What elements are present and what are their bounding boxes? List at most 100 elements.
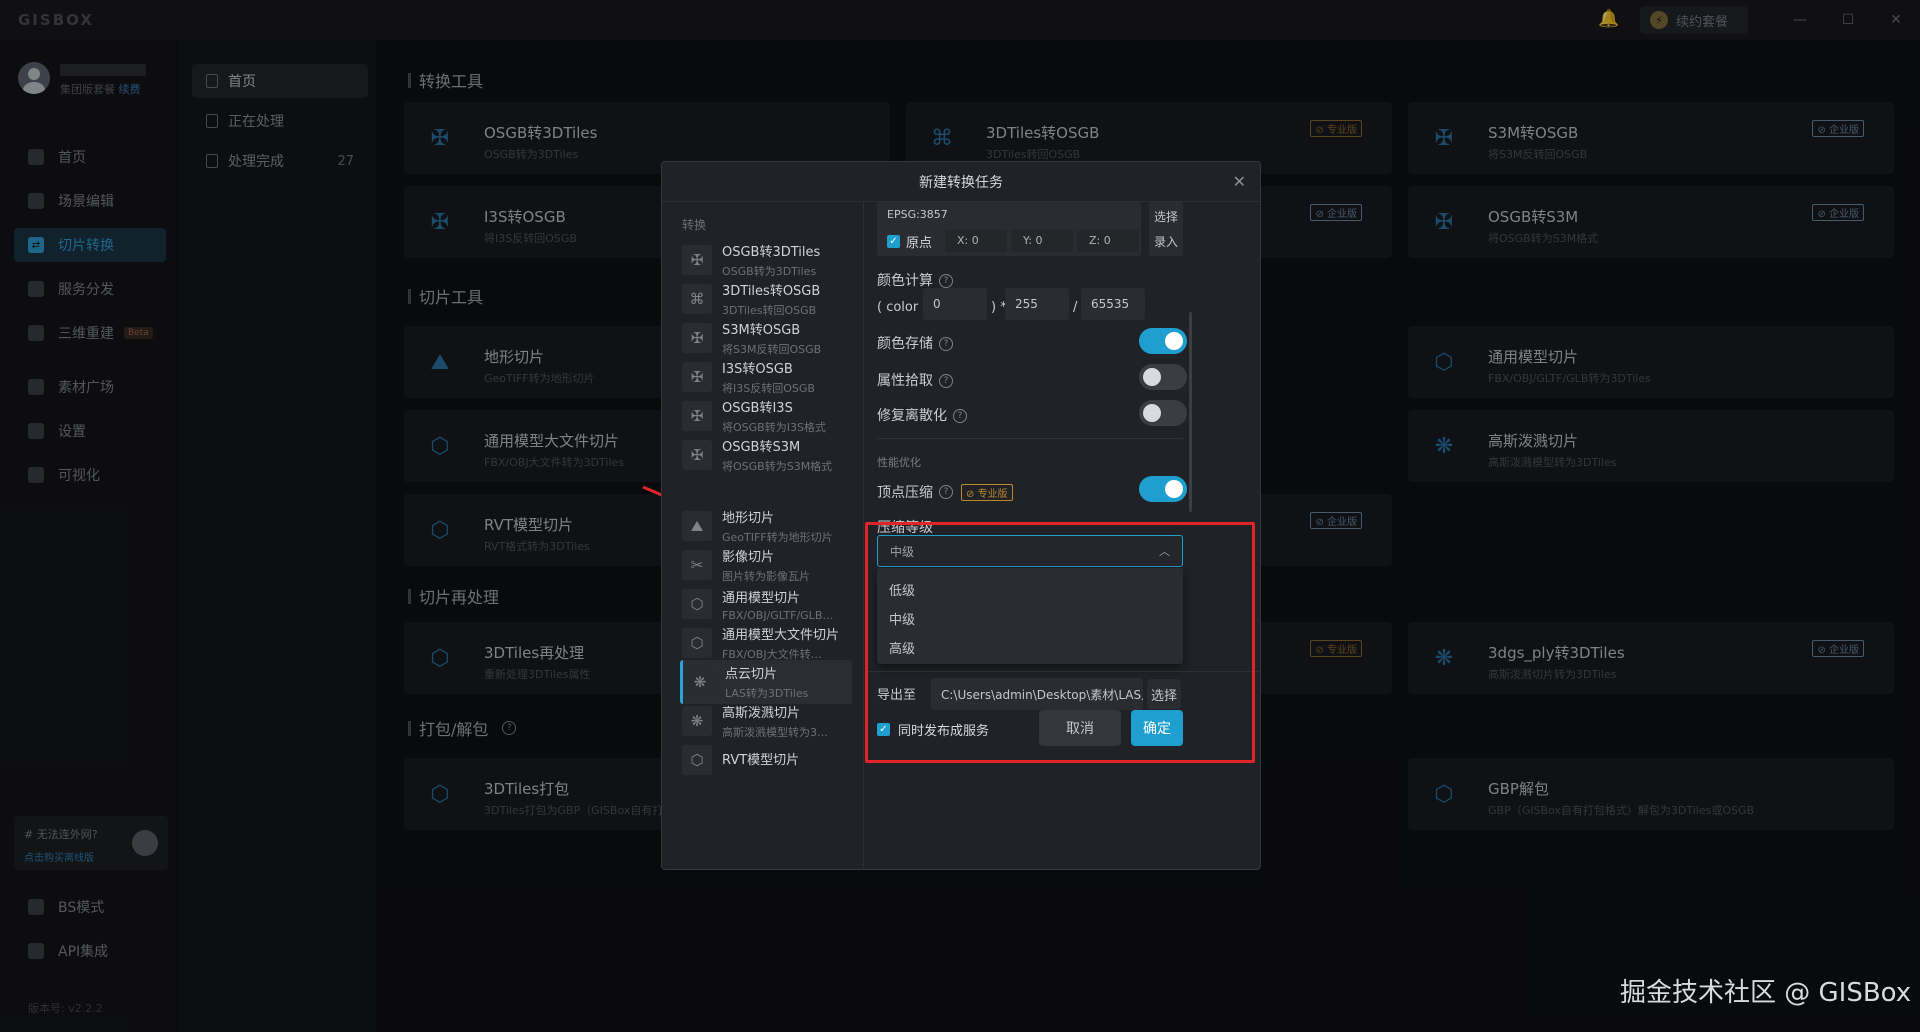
task-type-icon: ⬡	[682, 745, 712, 775]
task-type-icon: ❋	[682, 706, 712, 736]
input-label: 录入	[1153, 235, 1178, 249]
task-type-text: 点云切片 LAS转为3DTiles	[725, 663, 808, 701]
divider	[877, 438, 1183, 439]
help-icon[interactable]: ?	[939, 374, 953, 388]
task-type-icon: ⬡	[682, 589, 712, 619]
y-input[interactable]: Y: 0	[1011, 230, 1073, 252]
origin-checkbox[interactable]: ✓ 原点	[887, 232, 932, 251]
task-type-item[interactable]: ✠ OSGB转I3S 将OSGB转为I3S格式	[680, 394, 852, 438]
vertex-compress-toggle[interactable]	[1139, 476, 1187, 502]
label-text: 修复离散化	[877, 408, 947, 424]
task-type-text: 3DTiles转OSGB 3DTiles转回OSGB	[722, 280, 820, 318]
app-window: GISBOX 🔔 ⚡ 续约套餐 — ☐ ✕ 集团版套餐 续费 首页 场景编辑 ⇄…	[0, 0, 1920, 1032]
task-type-title: OSGB转3DTiles	[722, 245, 821, 260]
scrollbar[interactable]	[1189, 312, 1192, 512]
color-store-label: 颜色存储?	[877, 333, 953, 353]
task-type-item[interactable]: ✠ I3S转OSGB 将I3S反转回OSGB	[680, 355, 852, 399]
help-icon[interactable]: ?	[939, 485, 953, 499]
x-input[interactable]: X: 0	[945, 230, 1007, 252]
task-type-item[interactable]: ⬡ RVT模型切片	[680, 738, 852, 782]
pro-badge: ⊘ 专业版	[961, 483, 1013, 501]
help-icon[interactable]: ?	[953, 409, 967, 423]
task-type-title: 通用模型切片	[722, 590, 801, 606]
task-type-icon: ✂	[682, 550, 712, 580]
task-type-title: S3M转OSGB	[722, 323, 801, 338]
task-type-item[interactable]: ❋ 高斯泼溅切片 高斯泼溅模型转为3…	[680, 699, 852, 743]
task-type-item[interactable]: ⌘ 3DTiles转OSGB 3DTiles转回OSGB	[680, 277, 852, 321]
task-type-text: 通用模型切片 FBX/OBJ/GLTF/GLB…	[722, 587, 833, 622]
task-type-item[interactable]: ✠ OSGB转S3M 将OSGB转为S3M格式	[680, 433, 852, 477]
color-calc-label: 颜色计算?	[877, 270, 953, 290]
help-icon[interactable]: ?	[939, 274, 953, 288]
task-type-icon: ✠	[682, 245, 712, 275]
epsg-value: EPSG:3857	[887, 208, 948, 221]
task-type-text: OSGB转S3M 将OSGB转为S3M格式	[722, 436, 832, 474]
task-type-subtitle: 将OSGB转为S3M格式	[722, 460, 833, 473]
vertex-label: 顶点压缩 ? ⊘ 专业版	[877, 482, 1013, 502]
task-type-item[interactable]: ✂ 影像切片 图片转为影像瓦片	[680, 543, 852, 587]
task-type-text: I3S转OSGB 将I3S反转回OSGB	[722, 358, 815, 396]
watermark: 掘金技术社区 @ GISBox	[1620, 978, 1912, 1008]
task-type-title: RVT模型切片	[722, 753, 800, 768]
task-type-item[interactable]: ✠ OSGB转3DTiles OSGB转为3DTiles	[680, 238, 852, 282]
task-type-title: 高斯泼溅切片	[722, 706, 801, 721]
close-icon[interactable]: ✕	[1233, 172, 1246, 191]
new-task-dialog: 新建转换任务 ✕ 转换 切片 ✠OSGB转3DTilesOSGB转为3DTile…	[661, 161, 1261, 870]
check-icon: ✓	[887, 235, 900, 248]
task-type-item[interactable]: ⬡ 通用模型切片 FBX/OBJ/GLTF/GLB…	[680, 582, 852, 626]
task-type-icon: ✠	[682, 323, 712, 353]
task-type-title: 地形切片	[722, 511, 775, 526]
task-type-text: OSGB转I3S 将OSGB转为I3S格式	[722, 397, 826, 435]
task-type-icon: ⛰	[682, 511, 712, 541]
task-type-text: S3M转OSGB 将S3M反转回OSGB	[722, 319, 821, 357]
color-store-toggle[interactable]	[1139, 328, 1187, 354]
task-type-title: 通用模型大文件切片	[722, 628, 840, 643]
task-type-icon: ✠	[682, 440, 712, 470]
task-type-title: I3S转OSGB	[722, 362, 793, 377]
task-type-list: 转换 切片 ✠OSGB转3DTilesOSGB转为3DTiles⌘3DTiles…	[662, 202, 864, 869]
task-type-item[interactable]: ⬡ 通用模型大文件切片 FBX/OBJ大文件转…	[680, 621, 852, 665]
color-add-input[interactable]: 0	[923, 288, 987, 320]
origin-label: 原点	[906, 236, 933, 251]
task-type-title: OSGB转I3S	[722, 401, 793, 416]
repair-label: 修复离散化?	[877, 405, 967, 425]
task-type-icon: ❋	[685, 667, 715, 697]
dialog-title: 新建转换任务	[919, 174, 1003, 191]
task-type-text: 地形切片 GeoTIFF转为地形切片	[722, 507, 833, 545]
label-text: 属性拾取	[877, 373, 933, 389]
color-div-input[interactable]: 65535	[1081, 288, 1145, 320]
label-text: 颜色计算	[877, 273, 933, 289]
task-type-icon: ✠	[682, 401, 712, 431]
task-type-title: 点云切片	[725, 667, 778, 682]
color-div-sign: /	[1073, 300, 1078, 315]
select-input-toggle[interactable]: 选择 录入	[1149, 202, 1183, 256]
task-type-text: 影像切片 图片转为影像瓦片	[722, 546, 810, 584]
task-type-item[interactable]: ⛰ 地形切片 GeoTIFF转为地形切片	[680, 504, 852, 548]
color-mul-input[interactable]: 255	[1005, 288, 1069, 320]
task-type-subtitle: FBX/OBJ/GLTF/GLB…	[722, 608, 834, 622]
task-type-title: 3DTiles转OSGB	[722, 284, 821, 299]
task-type-item[interactable]: ✠ S3M转OSGB 将S3M反转回OSGB	[680, 316, 852, 360]
task-type-item[interactable]: ❋ 点云切片 LAS转为3DTiles	[680, 660, 852, 704]
label-text: 颜色存储	[877, 336, 933, 352]
z-input[interactable]: Z: 0	[1077, 230, 1139, 252]
task-type-text: 高斯泼溅切片 高斯泼溅模型转为3…	[722, 702, 828, 740]
task-type-text: RVT模型切片	[722, 749, 799, 771]
attr-pick-label: 属性拾取?	[877, 370, 953, 390]
task-type-text: 通用模型大文件切片 FBX/OBJ大文件转…	[722, 624, 839, 662]
badge-text: 专业版	[977, 488, 1008, 500]
help-icon[interactable]: ?	[939, 337, 953, 351]
task-type-text: OSGB转3DTiles OSGB转为3DTiles	[722, 241, 820, 279]
select-label: 选择	[1153, 210, 1178, 224]
attr-pick-toggle[interactable]	[1139, 364, 1187, 390]
task-type-title: 影像切片	[722, 550, 775, 565]
task-type-icon: ⬡	[682, 628, 712, 658]
perf-label: 性能优化	[877, 456, 921, 469]
task-type-title: OSGB转S3M	[722, 440, 801, 455]
repair-toggle[interactable]	[1139, 400, 1187, 426]
dialog-header: 新建转换任务 ✕	[662, 162, 1260, 202]
task-type-icon: ✠	[682, 362, 712, 392]
label-text: 顶点压缩	[877, 485, 933, 501]
task-type-icon: ⌘	[682, 284, 712, 314]
highlight-box	[865, 522, 1255, 763]
